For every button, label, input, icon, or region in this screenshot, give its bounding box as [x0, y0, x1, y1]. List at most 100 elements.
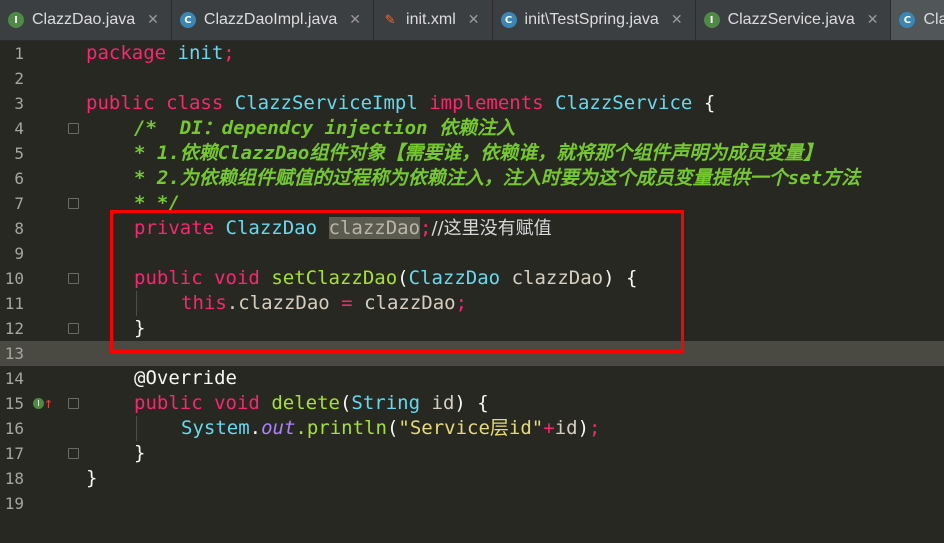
method-name: delete [271, 392, 340, 414]
code-line-19[interactable]: 19 [0, 491, 944, 516]
code-text: public void delete(String id) { [134, 391, 489, 416]
doc-comment: * 1.依赖ClazzDao组件对象【需要谁，依赖谁，就将那个组件声明为成员变量… [134, 142, 823, 164]
implements-method-icon[interactable]: I ↑ [33, 391, 53, 416]
line-number: 7 [14, 194, 24, 213]
paren: ( [339, 392, 352, 414]
code-text: package init; [86, 41, 235, 66]
type-name: String [351, 392, 421, 414]
highlight-annotation-box [110, 210, 684, 353]
keyword: class [166, 92, 224, 114]
fold-icon[interactable] [68, 123, 79, 134]
xml-file-icon: ✎ [384, 12, 396, 28]
class-name: System [181, 417, 250, 439]
line-number: 3 [14, 94, 24, 113]
line-number: 11 [4, 294, 24, 313]
paren: ) { [454, 392, 489, 414]
keyword: public [86, 92, 155, 114]
string-literal: "Service层id" [398, 417, 544, 439]
code-line-6[interactable]: 6 * 2.为依赖组件赋值的过程称为依赖注入，注入时要为这个成员变量提供一个se… [0, 166, 944, 191]
semicolon: ; [223, 42, 235, 64]
fold-icon[interactable] [68, 398, 79, 409]
line-number: 18 [4, 469, 24, 488]
line-number: 2 [14, 69, 24, 88]
package-name: init [177, 42, 224, 64]
fold-icon[interactable] [68, 323, 79, 334]
editor-tab-bar: I ClazzDao.java ✕ C ClazzDaoImpl.java ✕ … [0, 0, 944, 41]
tab-init-xml[interactable]: ✎ init.xml ✕ [374, 0, 493, 40]
line-number: 17 [4, 444, 24, 463]
keyword: implements [429, 92, 544, 114]
keyword: package [86, 42, 167, 64]
variable: id [554, 417, 578, 439]
line-number: 6 [14, 169, 24, 188]
tab-clazzserviceimpl-active[interactable]: C Claz [891, 0, 944, 40]
code-editor[interactable]: 1 package init; 2 3 public class ClazzSe… [0, 41, 944, 543]
line-number: 10 [4, 269, 24, 288]
tab-testspring[interactable]: C init\TestSpring.java ✕ [493, 0, 696, 40]
closing-brace: } [134, 442, 146, 464]
tab-clazzservice[interactable]: I ClazzService.java ✕ [696, 0, 892, 40]
indent-guide [136, 416, 137, 441]
code-text: public class ClazzServiceImpl implements… [86, 91, 715, 116]
close-icon[interactable]: ✕ [671, 12, 683, 28]
tab-label: ClazzDao.java [32, 11, 136, 28]
line-number: 15 [4, 394, 24, 413]
class-icon: C [899, 12, 916, 28]
operator: + [543, 417, 555, 439]
parameter-name: id [431, 392, 455, 414]
paren: ( [386, 417, 399, 439]
tab-label: init.xml [406, 11, 456, 28]
tab-label: ClazzService.java [727, 11, 855, 28]
fold-icon[interactable] [68, 273, 79, 284]
keyword: public [134, 392, 203, 414]
class-name: ClazzServiceImpl [234, 92, 418, 114]
close-icon[interactable]: ✕ [349, 12, 361, 28]
tab-clazzdao[interactable]: I ClazzDao.java ✕ [0, 0, 172, 40]
fold-icon[interactable] [68, 198, 79, 209]
line-number: 9 [14, 244, 24, 263]
line-number: 8 [14, 219, 24, 238]
code-line-14[interactable]: 14 @Override [0, 366, 944, 391]
code-line-16[interactable]: 16 System.out.println("Service层id"+id); [0, 416, 944, 441]
interface-icon: I [703, 12, 720, 28]
line-number: 14 [4, 369, 24, 388]
code-line-15[interactable]: 15 I ↑ public void delete(String id) { [0, 391, 944, 416]
annotation: @Override [134, 367, 237, 389]
interface-name: ClazzService [555, 92, 693, 114]
code-text: System.out.println("Service层id"+id); [181, 416, 600, 441]
doc-comment: * 2.为依赖组件赋值的过程称为依赖注入，注入时要为这个成员变量提供一个set方… [134, 167, 861, 189]
doc-comment: /* DI：dependcy injection 依赖注入 [134, 117, 515, 139]
code-line-17[interactable]: 17 } [0, 441, 944, 466]
tab-label: ClazzDaoImpl.java [203, 11, 338, 28]
fold-icon[interactable] [68, 448, 79, 459]
close-icon[interactable]: ✕ [147, 12, 159, 28]
dot: . [249, 417, 262, 439]
method-name: .println [295, 417, 387, 439]
tab-label: Claz [923, 11, 944, 28]
code-line-5[interactable]: 5 * 1.依赖ClazzDao组件对象【需要谁，依赖谁，就将那个组件声明为成员… [0, 141, 944, 166]
class-icon: C [179, 12, 196, 28]
code-line-4[interactable]: 4 /* DI：dependcy injection 依赖注入 [0, 116, 944, 141]
static-field: out [261, 417, 296, 439]
code-line-2[interactable]: 2 [0, 66, 944, 91]
interface-icon: I [8, 12, 24, 28]
closing-brace: } [86, 467, 98, 489]
close-icon[interactable]: ✕ [468, 12, 480, 28]
line-number: 19 [4, 494, 24, 513]
code-line-1[interactable]: 1 package init; [0, 41, 944, 66]
spring-class-icon: C [500, 12, 517, 28]
line-number: 12 [4, 319, 24, 338]
line-number: 16 [4, 419, 24, 438]
line-number: 1 [14, 44, 24, 63]
paren: ) [577, 417, 590, 439]
close-icon[interactable]: ✕ [867, 12, 879, 28]
tab-label: init\TestSpring.java [524, 11, 659, 28]
code-line-3[interactable]: 3 public class ClazzServiceImpl implemen… [0, 91, 944, 116]
tab-clazzdaoimpl[interactable]: C ClazzDaoImpl.java ✕ [172, 0, 375, 40]
line-number: 5 [14, 144, 24, 163]
brace: { [703, 92, 716, 114]
code-line-18[interactable]: 18 } [0, 466, 944, 491]
line-number: 4 [14, 119, 24, 138]
semicolon: ; [589, 417, 601, 439]
keyword: void [214, 392, 260, 414]
